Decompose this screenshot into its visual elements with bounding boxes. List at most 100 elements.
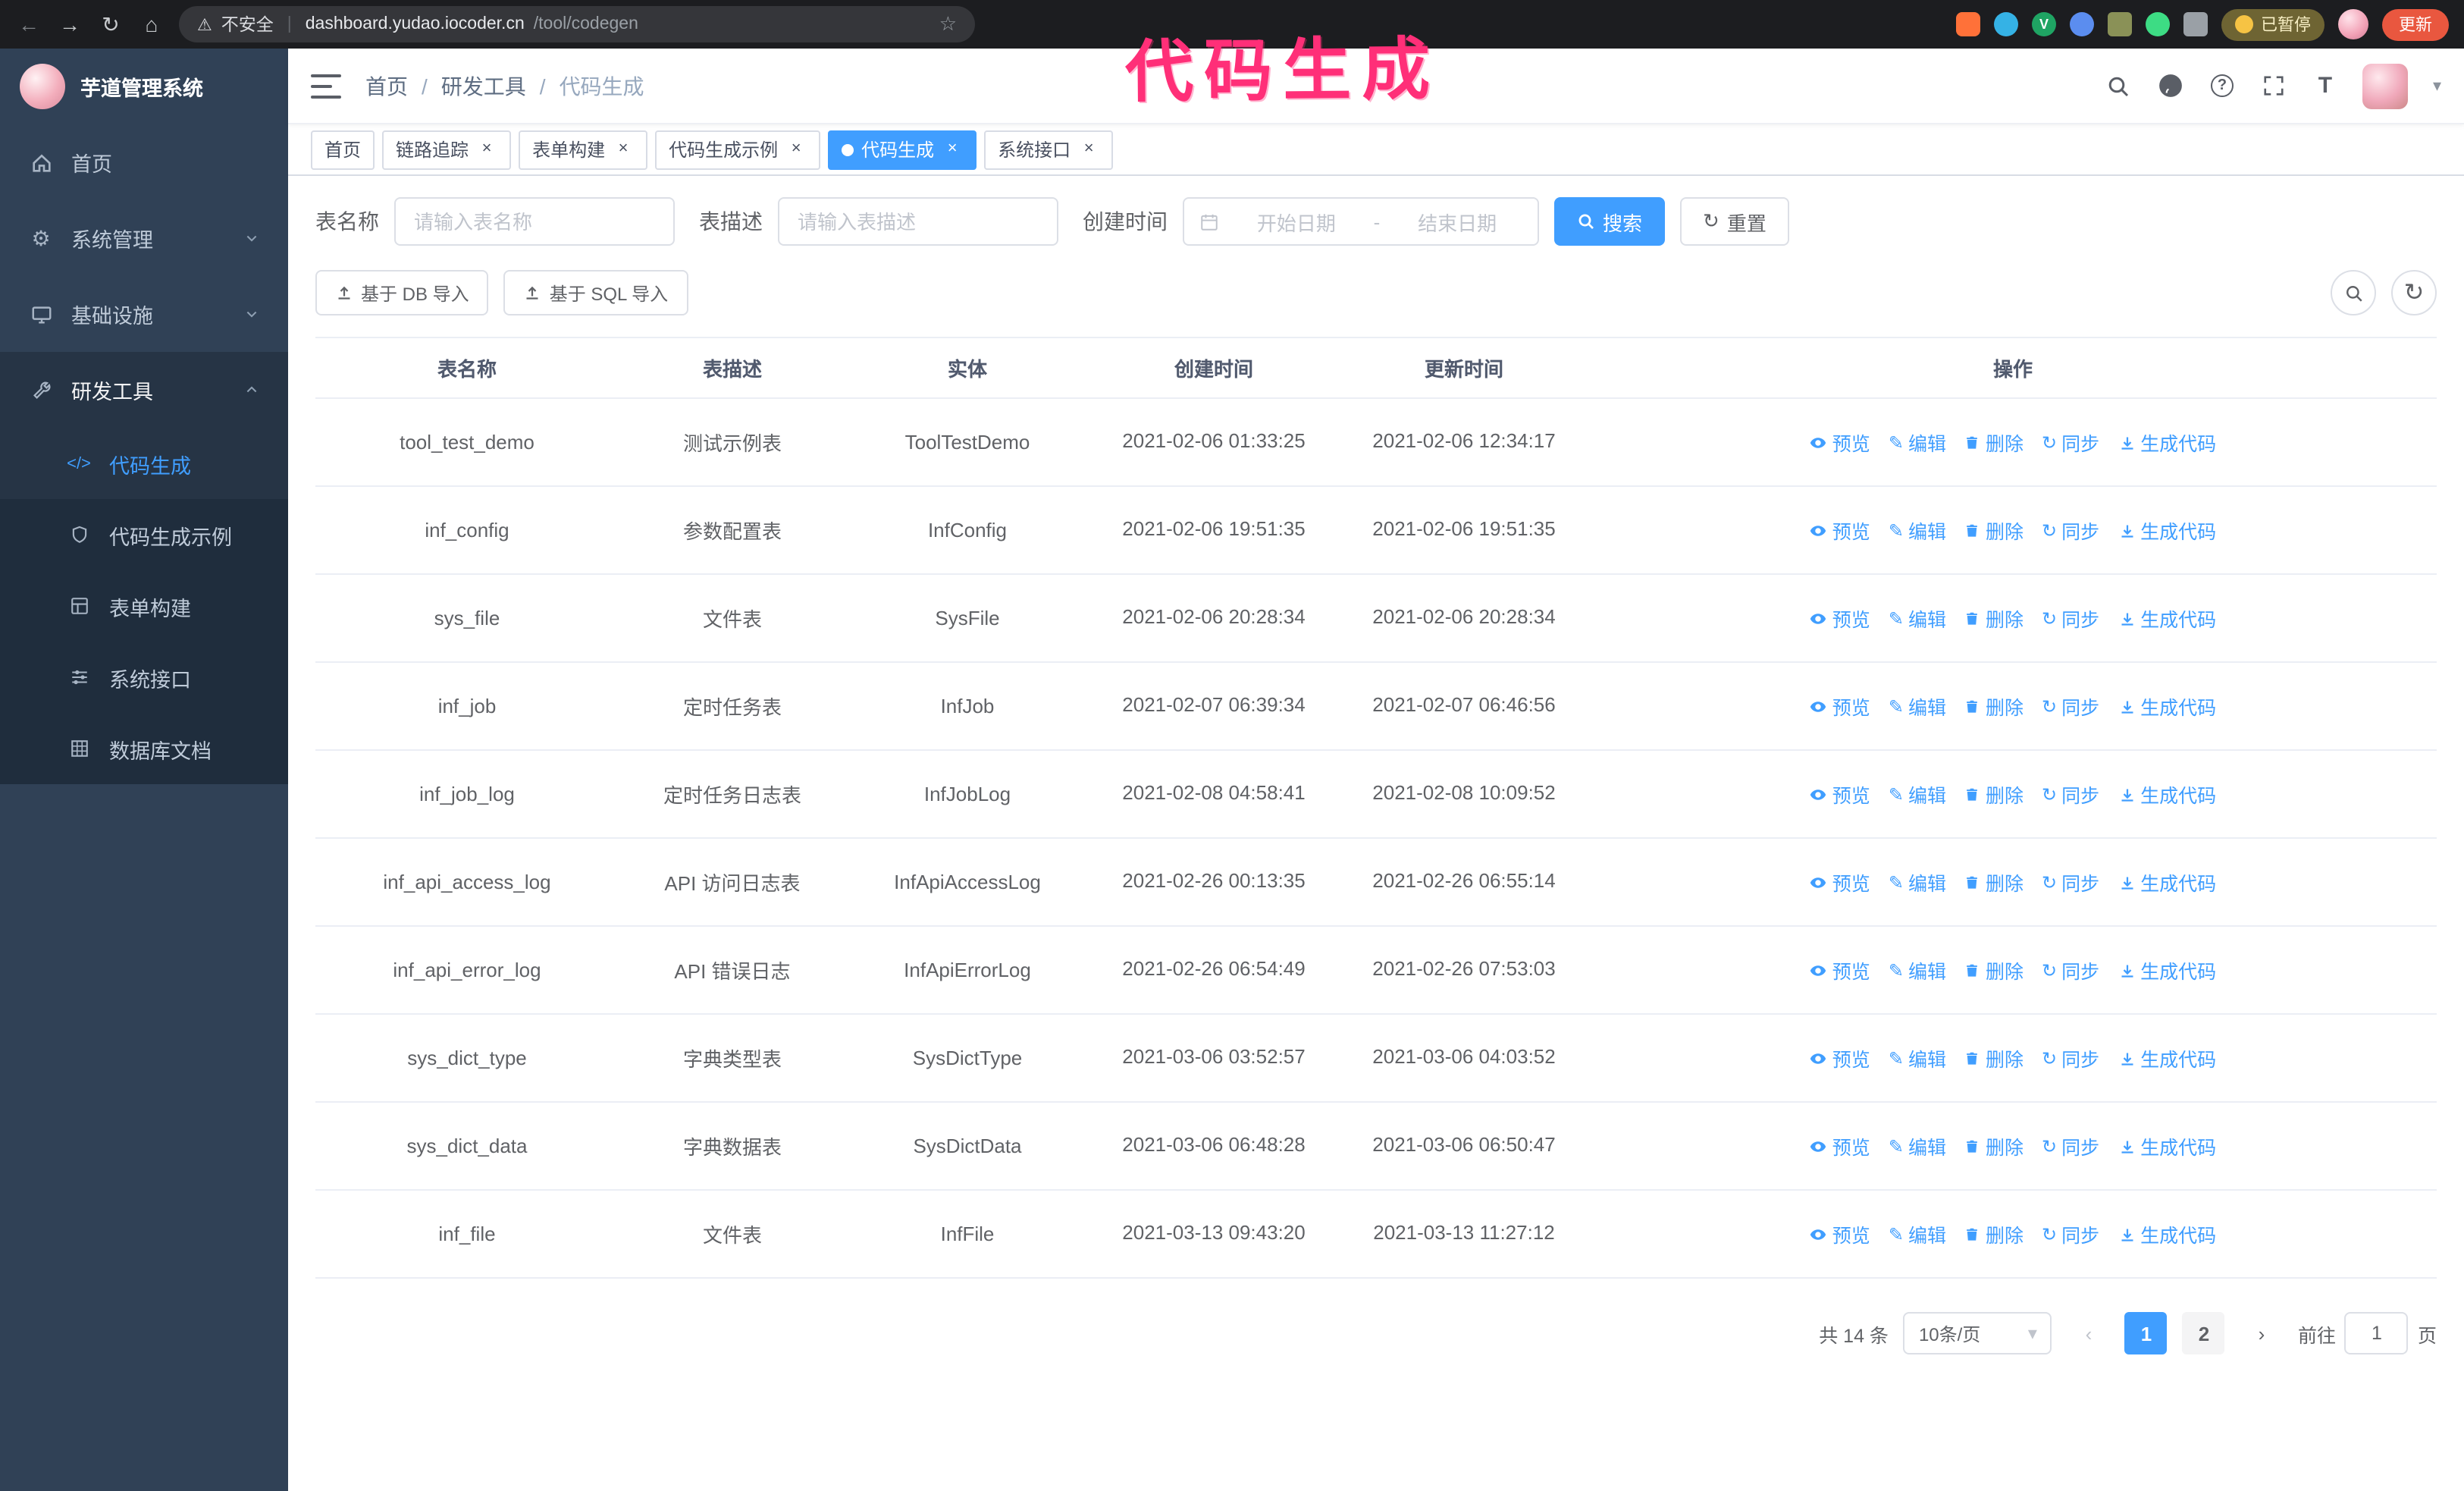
goto-page-input[interactable] [2344, 1312, 2409, 1354]
user-avatar[interactable] [2362, 63, 2409, 108]
generate-code-link[interactable]: 生成代码 [2118, 780, 2216, 808]
sidebar-item-system[interactable]: ⚙ 系统管理 [0, 200, 288, 276]
generate-code-link[interactable]: 生成代码 [2118, 868, 2216, 896]
sync-link[interactable]: ↻ 同步 [2042, 780, 2099, 808]
browser-forward-icon[interactable]: → [56, 11, 83, 38]
sidebar-item-home[interactable]: 首页 [0, 124, 288, 200]
generate-code-link[interactable]: 生成代码 [2118, 516, 2216, 545]
paused-badge[interactable]: 已暂停 [2221, 8, 2324, 40]
extension-icon-green-v[interactable]: V [2032, 12, 2056, 36]
search-button[interactable]: 搜索 [1554, 197, 1666, 246]
page-button-1[interactable]: 1 [2124, 1312, 2168, 1354]
sync-link[interactable]: ↻ 同步 [2042, 516, 2099, 545]
sidebar-subitem-form-builder[interactable]: 表单构建 [0, 570, 288, 642]
delete-link[interactable]: 删除 [1964, 1132, 2024, 1160]
preview-link[interactable]: 预览 [1810, 1219, 1870, 1248]
edit-link[interactable]: ✎ 编辑 [1889, 1132, 1946, 1160]
bookmark-star-icon[interactable]: ☆ [939, 12, 957, 36]
generate-code-link[interactable]: 生成代码 [2118, 692, 2216, 720]
close-icon[interactable]: × [785, 139, 807, 160]
generate-code-link[interactable]: 生成代码 [2118, 1132, 2216, 1160]
delete-link[interactable]: 删除 [1964, 692, 2024, 720]
avatar-caret-icon[interactable]: ▾ [2433, 76, 2441, 96]
breadcrumb-home[interactable]: 首页 [365, 71, 408, 101]
generate-code-link[interactable]: 生成代码 [2118, 604, 2216, 632]
preview-link[interactable]: 预览 [1810, 428, 1870, 457]
delete-link[interactable]: 删除 [1964, 956, 2024, 984]
delete-link[interactable]: 删除 [1964, 1219, 2024, 1248]
delete-link[interactable]: 删除 [1964, 868, 2024, 896]
address-bar[interactable]: ⚠ 不安全 | dashboard.yudao.iocoder.cn/tool/… [179, 6, 975, 42]
edit-link[interactable]: ✎ 编辑 [1889, 604, 1946, 632]
import-sql-button[interactable]: 基于 SQL 导入 [503, 270, 688, 315]
generate-code-link[interactable]: 生成代码 [2118, 428, 2216, 457]
edit-link[interactable]: ✎ 编辑 [1889, 692, 1946, 720]
extension-icon-orange[interactable] [1956, 12, 1980, 36]
preview-link[interactable]: 预览 [1810, 1044, 1870, 1072]
sidebar-subitem-db-doc[interactable]: 数据库文档 [0, 713, 288, 784]
tag-codegen-example[interactable]: 代码生成示例 × [655, 130, 821, 169]
preview-link[interactable]: 预览 [1810, 604, 1870, 632]
tag-form-builder[interactable]: 表单构建 × [519, 130, 648, 169]
extension-icon-blue[interactable] [1994, 12, 2018, 36]
prev-page-button[interactable]: ‹ [2067, 1312, 2110, 1354]
fullscreen-icon[interactable] [2260, 72, 2287, 99]
extension-icon-people[interactable] [2070, 12, 2094, 36]
sync-link[interactable]: ↻ 同步 [2042, 1044, 2099, 1072]
sidebar-item-infra[interactable]: 基础设施 [0, 276, 288, 352]
sync-link[interactable]: ↻ 同步 [2042, 604, 2099, 632]
update-button[interactable]: 更新 [2382, 8, 2449, 40]
edit-link[interactable]: ✎ 编辑 [1889, 780, 1946, 808]
sidebar-subitem-codegen-example[interactable]: 代码生成示例 [0, 499, 288, 570]
delete-link[interactable]: 删除 [1964, 780, 2024, 808]
sync-link[interactable]: ↻ 同步 [2042, 428, 2099, 457]
close-icon[interactable]: × [1078, 139, 1099, 160]
edit-link[interactable]: ✎ 编辑 [1889, 428, 1946, 457]
table-desc-input[interactable] [778, 197, 1058, 246]
edit-link[interactable]: ✎ 编辑 [1889, 868, 1946, 896]
generate-code-link[interactable]: 生成代码 [2118, 1219, 2216, 1248]
extension-icon-puzzle[interactable] [2183, 12, 2208, 36]
page-button-2[interactable]: 2 [2182, 1312, 2225, 1354]
font-size-icon[interactable]: T [2312, 72, 2339, 99]
tag-codegen[interactable]: 代码生成 × [828, 130, 977, 169]
edit-link[interactable]: ✎ 编辑 [1889, 516, 1946, 545]
search-icon[interactable] [2105, 72, 2133, 99]
extension-icon-teal[interactable] [2146, 12, 2170, 36]
sync-link[interactable]: ↻ 同步 [2042, 1219, 2099, 1248]
browser-refresh-icon[interactable]: ↻ [97, 11, 124, 38]
reset-button[interactable]: ↻ 重置 [1680, 197, 1789, 246]
table-name-input[interactable] [394, 197, 675, 246]
preview-link[interactable]: 预览 [1810, 868, 1870, 896]
hamburger-icon[interactable] [311, 74, 341, 98]
tag-home[interactable]: 首页 [311, 130, 375, 169]
sync-link[interactable]: ↻ 同步 [2042, 956, 2099, 984]
sync-link[interactable]: ↻ 同步 [2042, 1132, 2099, 1160]
close-icon[interactable]: × [942, 139, 963, 160]
date-range-picker[interactable]: 开始日期 - 结束日期 [1183, 197, 1539, 246]
toggle-search-button[interactable] [2331, 270, 2376, 315]
next-page-button[interactable]: › [2240, 1312, 2283, 1354]
preview-link[interactable]: 预览 [1810, 692, 1870, 720]
sidebar-subitem-api[interactable]: 系统接口 [0, 642, 288, 713]
edit-link[interactable]: ✎ 编辑 [1889, 1219, 1946, 1248]
refresh-table-button[interactable]: ↻ [2391, 270, 2437, 315]
generate-code-link[interactable]: 生成代码 [2118, 1044, 2216, 1072]
sidebar-subitem-codegen[interactable]: </> 代码生成 [0, 428, 288, 499]
generate-code-link[interactable]: 生成代码 [2118, 956, 2216, 984]
preview-link[interactable]: 预览 [1810, 1132, 1870, 1160]
tag-tracing[interactable]: 链路追踪 × [382, 130, 512, 169]
preview-link[interactable]: 预览 [1810, 956, 1870, 984]
sidebar-item-devtools[interactable]: 研发工具 [0, 352, 288, 428]
sidebar-logo[interactable]: 芋道管理系统 [0, 49, 288, 124]
close-icon[interactable]: × [613, 139, 634, 160]
delete-link[interactable]: 删除 [1964, 1044, 2024, 1072]
github-icon[interactable] [2157, 72, 2184, 99]
preview-link[interactable]: 预览 [1810, 516, 1870, 545]
preview-link[interactable]: 预览 [1810, 780, 1870, 808]
edit-link[interactable]: ✎ 编辑 [1889, 956, 1946, 984]
sync-link[interactable]: ↻ 同步 [2042, 868, 2099, 896]
delete-link[interactable]: 删除 [1964, 604, 2024, 632]
browser-back-icon[interactable]: ← [15, 11, 42, 38]
import-db-button[interactable]: 基于 DB 导入 [315, 270, 489, 315]
